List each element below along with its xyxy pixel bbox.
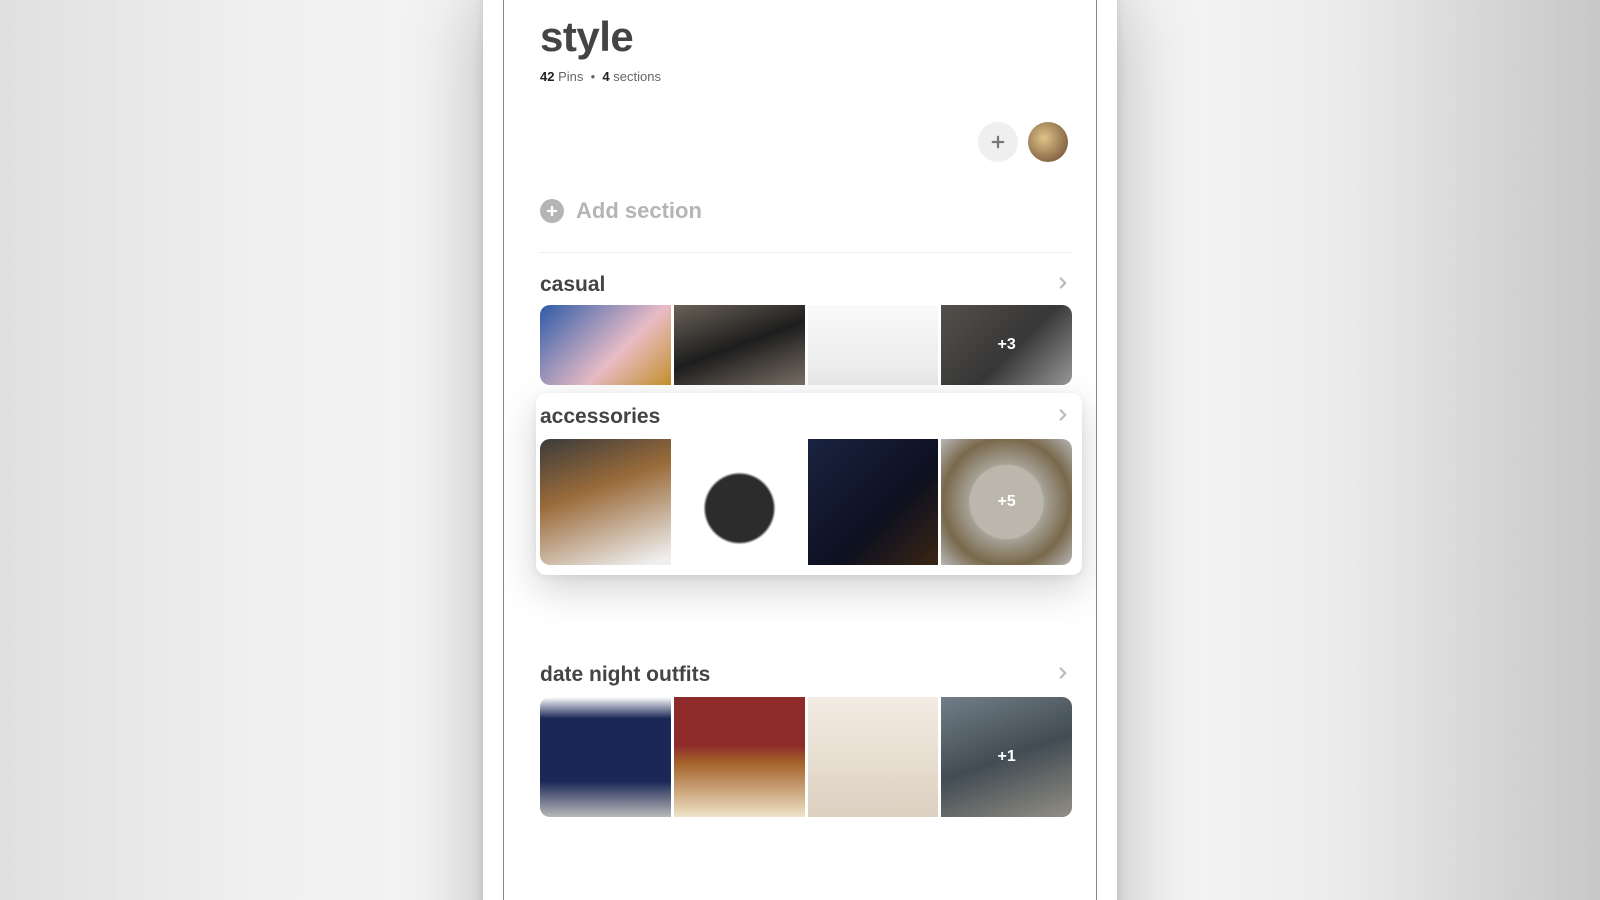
section-thumbnails-date-night: +1 <box>540 697 1072 817</box>
section-label: sections <box>613 69 661 84</box>
section-title: accessories <box>540 405 660 429</box>
overflow-count: +5 <box>941 439 1072 565</box>
add-section-label: Add section <box>576 198 702 224</box>
section-header-date-night[interactable]: date night outfits <box>540 645 1072 697</box>
thumbnail-overflow[interactable]: +5 <box>941 439 1072 565</box>
device-frame: style 42 Pins • 4 sections Add section <box>483 0 1117 900</box>
owner-avatar[interactable] <box>1028 122 1068 162</box>
section-title: casual <box>540 273 605 297</box>
section-title: date night outfits <box>540 663 710 687</box>
thumbnail-overflow[interactable]: +1 <box>941 697 1072 817</box>
background-shadow-left <box>0 0 260 900</box>
plus-icon <box>989 133 1007 151</box>
thumbnail[interactable] <box>540 697 671 817</box>
device-screen: style 42 Pins • 4 sections Add section <box>503 0 1097 900</box>
board-screen: style 42 Pins • 4 sections Add section <box>504 0 1096 900</box>
add-collaborator-button[interactable] <box>978 122 1018 162</box>
thumbnail[interactable] <box>808 439 939 565</box>
pin-label: Pins <box>558 69 583 84</box>
thumbnail[interactable] <box>540 439 671 565</box>
chevron-right-icon <box>1054 406 1072 429</box>
pin-count: 42 <box>540 69 554 84</box>
thumbnail[interactable] <box>540 305 671 385</box>
section-accessories[interactable]: accessories +5 <box>536 393 1082 575</box>
thumbnail[interactable] <box>674 697 805 817</box>
section-header-accessories[interactable]: accessories <box>540 393 1072 439</box>
plus-circle-icon <box>540 199 564 223</box>
add-section-button[interactable]: Add section <box>540 198 1072 253</box>
section-count: 4 <box>602 69 609 84</box>
section-thumbnails-casual: +3 <box>540 305 1072 385</box>
board-title: style <box>540 13 1072 61</box>
thumbnail-overflow[interactable]: +3 <box>941 305 1072 385</box>
section-header-casual[interactable]: casual <box>540 261 1072 305</box>
thumbnail[interactable] <box>674 439 805 565</box>
chevron-right-icon <box>1054 274 1072 297</box>
section-date-night-outfits: date night outfits +1 <box>540 645 1072 817</box>
board-action-row <box>540 122 1072 162</box>
thumbnail[interactable] <box>808 305 939 385</box>
section-thumbnails-accessories: +5 <box>540 439 1072 565</box>
overflow-count: +1 <box>941 697 1072 817</box>
background-shadow-right <box>1340 0 1600 900</box>
overflow-count: +3 <box>941 305 1072 385</box>
meta-separator: • <box>591 69 596 84</box>
thumbnail[interactable] <box>808 697 939 817</box>
section-casual: casual +3 <box>540 261 1072 385</box>
board-meta: 42 Pins • 4 sections <box>540 69 1072 84</box>
thumbnail[interactable] <box>674 305 805 385</box>
chevron-right-icon <box>1054 664 1072 687</box>
